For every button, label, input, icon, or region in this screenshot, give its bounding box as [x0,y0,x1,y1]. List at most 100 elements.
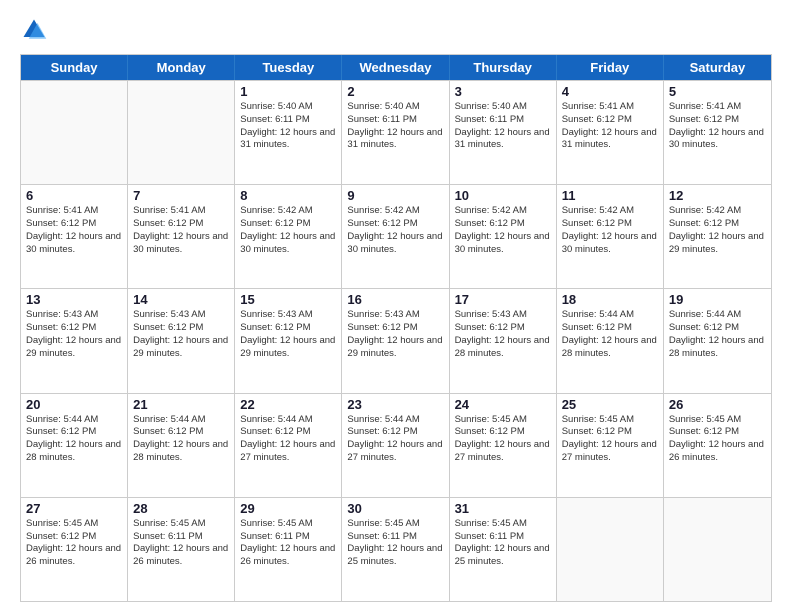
day-cell-28: 28Sunrise: 5:45 AM Sunset: 6:11 PM Dayli… [128,498,235,601]
day-info: Sunrise: 5:42 AM Sunset: 6:12 PM Dayligh… [347,205,443,256]
day-cell-13: 13 Sunrise: 5:43 AM Sunset: 6:12 PM Dayli… [21,289,128,392]
day-info: Sunrise: 5:42 AM Sunset: 6:12 PM Dayligh… [455,205,551,256]
day-cell-20: 20 Sunrise: 5:44 AM Sunset: 6:12 PM Dayli… [21,394,128,497]
header-day-saturday: Saturday [664,55,771,80]
calendar-row-3: 13 Sunrise: 5:43 AM Sunset: 6:12 PM Dayli… [21,288,771,392]
day-number: 25 [562,397,658,412]
day-info: Sunrise: 5:44 AM Sunset: 6:12 PM Dayligh… [562,309,658,360]
day-cell-25: 25 Sunrise: 5:45 AM Sunset: 6:12 PM Dayli… [557,394,664,497]
day-cell-19: 19 Sunrise: 5:44 AM Sunset: 6:12 PM Dayli… [664,289,771,392]
day-info: Sunrise: 5:41 AM Sunset: 6:12 PM Dayligh… [26,205,122,256]
day-number: 30 [347,501,443,516]
day-number: 19 [669,292,766,307]
day-number: 24 [455,397,551,412]
day-cell-11: 11 Sunrise: 5:42 AM Sunset: 6:12 PM Dayli… [557,185,664,288]
day-info: Sunrise: 5:40 AM Sunset: 6:11 PM Dayligh… [455,101,551,152]
day-info: Sunrise: 5:45 AM Sunset: 6:12 PM Dayligh… [26,518,122,569]
day-number: 1 [240,84,336,99]
header-day-monday: Monday [128,55,235,80]
day-cell-22: 22Sunrise: 5:44 AM Sunset: 6:12 PM Dayli… [235,394,342,497]
day-cell-30: 30 Sunrise: 5:45 AM Sunset: 6:11 PM Dayli… [342,498,449,601]
day-number: 13 [26,292,122,307]
header-day-tuesday: Tuesday [235,55,342,80]
calendar-row-5: 27 Sunrise: 5:45 AM Sunset: 6:12 PM Dayli… [21,497,771,601]
day-info: Sunrise: 5:45 AM Sunset: 6:11 PM Dayligh… [347,518,443,569]
day-info: Sunrise: 5:45 AM Sunset: 6:12 PM Dayligh… [669,414,766,465]
day-info: Sunrise: 5:44 AM Sunset: 6:12 PM Dayligh… [133,414,229,465]
day-info: Sunrise: 5:45 AM Sunset: 6:12 PM Dayligh… [562,414,658,465]
header-day-friday: Friday [557,55,664,80]
empty-cell [557,498,664,601]
header-day-thursday: Thursday [450,55,557,80]
day-cell-2: 2 Sunrise: 5:40 AM Sunset: 6:11 PM Daylig… [342,81,449,184]
day-info: Sunrise: 5:45 AM Sunset: 6:12 PM Dayligh… [455,414,551,465]
day-info: Sunrise: 5:45 AM Sunset: 6:11 PM Dayligh… [133,518,229,569]
calendar-header: SundayMondayTuesdayWednesdayThursdayFrid… [21,55,771,80]
header-day-sunday: Sunday [21,55,128,80]
header-day-wednesday: Wednesday [342,55,449,80]
day-info: Sunrise: 5:41 AM Sunset: 6:12 PM Dayligh… [669,101,766,152]
empty-cell [21,81,128,184]
day-cell-8: 8 Sunrise: 5:42 AM Sunset: 6:12 PM Daylig… [235,185,342,288]
logo [20,16,52,44]
day-cell-10: 10 Sunrise: 5:42 AM Sunset: 6:12 PM Dayli… [450,185,557,288]
empty-cell [128,81,235,184]
day-cell-26: 26 Sunrise: 5:45 AM Sunset: 6:12 PM Dayli… [664,394,771,497]
day-cell-12: 12 Sunrise: 5:42 AM Sunset: 6:12 PM Dayli… [664,185,771,288]
calendar-row-1: 1 Sunrise: 5:40 AM Sunset: 6:11 PM Daylig… [21,80,771,184]
calendar-body: 1 Sunrise: 5:40 AM Sunset: 6:11 PM Daylig… [21,80,771,601]
day-number: 3 [455,84,551,99]
day-info: Sunrise: 5:41 AM Sunset: 6:12 PM Dayligh… [133,205,229,256]
calendar-row-2: 6Sunrise: 5:41 AM Sunset: 6:12 PM Daylig… [21,184,771,288]
day-info: Sunrise: 5:42 AM Sunset: 6:12 PM Dayligh… [240,205,336,256]
day-number: 5 [669,84,766,99]
day-cell-31: 31 Sunrise: 5:45 AM Sunset: 6:11 PM Dayli… [450,498,557,601]
day-number: 20 [26,397,122,412]
day-number: 15 [240,292,336,307]
day-info: Sunrise: 5:43 AM Sunset: 6:12 PM Dayligh… [347,309,443,360]
day-cell-14: 14Sunrise: 5:43 AM Sunset: 6:12 PM Dayli… [128,289,235,392]
day-cell-3: 3 Sunrise: 5:40 AM Sunset: 6:11 PM Daylig… [450,81,557,184]
day-number: 8 [240,188,336,203]
calendar: SundayMondayTuesdayWednesdayThursdayFrid… [20,54,772,602]
logo-icon [20,16,48,44]
day-number: 26 [669,397,766,412]
day-number: 17 [455,292,551,307]
empty-cell [664,498,771,601]
day-cell-17: 17Sunrise: 5:43 AM Sunset: 6:12 PM Dayli… [450,289,557,392]
day-cell-15: 15Sunrise: 5:43 AM Sunset: 6:12 PM Dayli… [235,289,342,392]
day-cell-24: 24 Sunrise: 5:45 AM Sunset: 6:12 PM Dayli… [450,394,557,497]
day-info: Sunrise: 5:44 AM Sunset: 6:12 PM Dayligh… [26,414,122,465]
day-number: 12 [669,188,766,203]
day-info: Sunrise: 5:45 AM Sunset: 6:11 PM Dayligh… [455,518,551,569]
day-number: 4 [562,84,658,99]
day-number: 18 [562,292,658,307]
day-cell-1: 1 Sunrise: 5:40 AM Sunset: 6:11 PM Daylig… [235,81,342,184]
day-cell-5: 5 Sunrise: 5:41 AM Sunset: 6:12 PM Daylig… [664,81,771,184]
day-number: 11 [562,188,658,203]
day-number: 9 [347,188,443,203]
day-info: Sunrise: 5:44 AM Sunset: 6:12 PM Dayligh… [347,414,443,465]
day-cell-21: 21 Sunrise: 5:44 AM Sunset: 6:12 PM Dayli… [128,394,235,497]
day-cell-18: 18 Sunrise: 5:44 AM Sunset: 6:12 PM Dayli… [557,289,664,392]
page-header [20,16,772,44]
day-cell-4: 4Sunrise: 5:41 AM Sunset: 6:12 PM Daylig… [557,81,664,184]
day-info: Sunrise: 5:43 AM Sunset: 6:12 PM Dayligh… [133,309,229,360]
day-number: 23 [347,397,443,412]
day-number: 31 [455,501,551,516]
day-info: Sunrise: 5:40 AM Sunset: 6:11 PM Dayligh… [347,101,443,152]
day-number: 21 [133,397,229,412]
day-number: 29 [240,501,336,516]
day-cell-23: 23 Sunrise: 5:44 AM Sunset: 6:12 PM Dayli… [342,394,449,497]
day-info: Sunrise: 5:40 AM Sunset: 6:11 PM Dayligh… [240,101,336,152]
day-info: Sunrise: 5:44 AM Sunset: 6:12 PM Dayligh… [669,309,766,360]
day-info: Sunrise: 5:42 AM Sunset: 6:12 PM Dayligh… [669,205,766,256]
day-number: 10 [455,188,551,203]
day-number: 27 [26,501,122,516]
day-cell-27: 27 Sunrise: 5:45 AM Sunset: 6:12 PM Dayli… [21,498,128,601]
day-cell-9: 9 Sunrise: 5:42 AM Sunset: 6:12 PM Daylig… [342,185,449,288]
day-info: Sunrise: 5:43 AM Sunset: 6:12 PM Dayligh… [26,309,122,360]
day-number: 2 [347,84,443,99]
day-info: Sunrise: 5:42 AM Sunset: 6:12 PM Dayligh… [562,205,658,256]
day-number: 16 [347,292,443,307]
